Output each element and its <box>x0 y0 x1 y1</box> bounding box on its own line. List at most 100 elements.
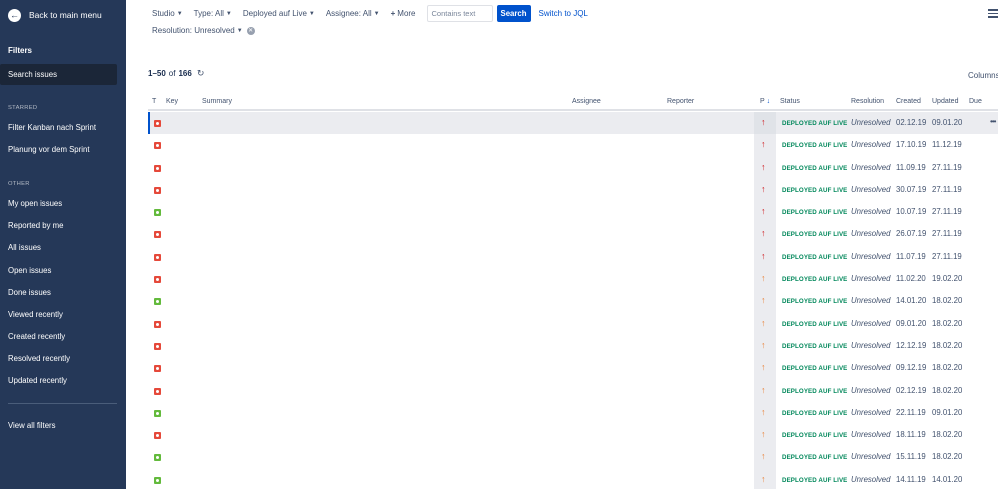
col-created[interactable]: Created <box>896 98 921 105</box>
clear-filter-icon[interactable]: ✕ <box>246 26 255 35</box>
bug-type-icon <box>154 432 161 440</box>
sidebar-item-other[interactable]: Created recently <box>0 326 117 347</box>
table-row[interactable]: ↑ DEPLOYED AUF LIVE Unresolved 17.10.19 … <box>148 134 998 157</box>
status-lozenge[interactable]: DEPLOYED AUF LIVE <box>782 120 847 127</box>
assignee-filter[interactable]: Assignee: All ▼ <box>326 9 380 18</box>
created-date: 11.07.19 <box>896 251 926 261</box>
bug-type-icon <box>154 142 161 150</box>
table-row[interactable]: ↑ DEPLOYED AUF LIVE Unresolved 26.07.19 … <box>148 223 998 246</box>
updated-date: 18.02.20 <box>932 430 963 440</box>
project-filter[interactable]: Studio ▼ <box>152 9 183 18</box>
resolution-filter[interactable]: Resolution: Unresolved ▼ ✕ <box>152 26 255 35</box>
switch-to-jql-link[interactable]: Switch to JQL <box>539 9 588 18</box>
table-row[interactable]: ↑ DEPLOYED AUF LIVE Unresolved 12.12.19 … <box>148 334 998 358</box>
status-lozenge[interactable]: DEPLOYED AUF LIVE <box>782 254 847 261</box>
created-date: 09.01.20 <box>896 318 927 328</box>
resolution-cell: Unresolved <box>851 251 891 261</box>
table-row[interactable]: ↑ DEPLOYED AUF LIVE Unresolved 09.12.19 … <box>148 357 998 380</box>
table-row[interactable]: ↑ DEPLOYED AUF LIVE Unresolved 11.09.19 … <box>148 156 998 179</box>
type-filter-label: Type: All <box>193 9 224 18</box>
resolution-cell: Unresolved <box>851 296 891 306</box>
sidebar-item-other[interactable]: Viewed recently <box>0 304 117 325</box>
search-placeholder: Contains text <box>431 9 476 18</box>
table-row[interactable]: ↑ DEPLOYED AUF LIVE Unresolved 02.12.19 … <box>148 379 998 402</box>
created-date: 26.07.19 <box>896 229 927 239</box>
status-lozenge[interactable]: DEPLOYED AUF LIVE <box>782 298 847 305</box>
table-row[interactable]: ↑ DEPLOYED AUF LIVE Unresolved 30.07.19 … <box>148 178 998 202</box>
view-all-filters-link[interactable]: View all filters <box>0 415 117 436</box>
search-input[interactable]: Contains text <box>426 5 493 22</box>
col-status[interactable]: Status <box>780 98 800 105</box>
status-lozenge[interactable]: DEPLOYED AUF LIVE <box>782 321 847 328</box>
sidebar-item-starred[interactable]: Filter Kanban nach Sprint <box>0 117 117 138</box>
table-row[interactable]: ↑ DEPLOYED AUF LIVE Unresolved 14.01.20 … <box>148 290 998 313</box>
columns-button[interactable]: Columns <box>968 71 998 80</box>
status-lozenge[interactable]: DEPLOYED AUF LIVE <box>782 432 847 439</box>
sidebar-item-other[interactable]: Done issues <box>0 282 117 303</box>
status-filter-label: Deployed auf Live <box>242 9 307 18</box>
type-filter[interactable]: Type: All ▼ <box>194 9 232 18</box>
status-lozenge[interactable]: DEPLOYED AUF LIVE <box>782 343 847 350</box>
col-updated[interactable]: Updated <box>932 98 958 105</box>
table-row[interactable]: ↑ DEPLOYED AUF LIVE Unresolved 18.11.19 … <box>148 424 998 447</box>
col-priority[interactable]: P ↓ <box>760 98 770 105</box>
results-total: 166 <box>178 69 192 78</box>
resolution-cell: Unresolved <box>851 274 891 284</box>
priority-med-arrow-icon: ↑ <box>761 339 766 350</box>
resolution-cell: Unresolved <box>851 162 891 172</box>
refresh-icon[interactable]: ↻ <box>197 68 205 79</box>
sidebar-item-search-issues[interactable]: Search issues <box>0 64 117 85</box>
table-row[interactable]: ↑ DEPLOYED AUF LIVE Unresolved 11.02.20 … <box>148 268 998 291</box>
status-lozenge[interactable]: DEPLOYED AUF LIVE <box>782 276 847 283</box>
sidebar-item-starred[interactable]: Planung vor dem Sprint <box>0 139 117 160</box>
status-lozenge[interactable]: DEPLOYED AUF LIVE <box>782 454 847 461</box>
status-lozenge[interactable]: DEPLOYED AUF LIVE <box>782 365 847 372</box>
priority-med-arrow-icon: ↑ <box>761 384 766 395</box>
updated-date: 19.02.20 <box>932 274 963 284</box>
col-summary[interactable]: Summary <box>202 98 232 105</box>
sidebar-item-other[interactable]: My open issues <box>0 193 117 214</box>
col-reporter[interactable]: Reporter <box>667 98 694 105</box>
updated-date: 27.11.19 <box>932 207 962 217</box>
more-actions-icon[interactable]: ••• <box>990 117 996 126</box>
sidebar-item-other[interactable]: Reported by me <box>0 215 117 236</box>
status-lozenge[interactable]: DEPLOYED AUF LIVE <box>782 231 847 238</box>
table-row[interactable]: ↑ DEPLOYED AUF LIVE Unresolved 15.11.19 … <box>148 446 998 469</box>
created-date: 14.01.20 <box>896 296 927 306</box>
table-row[interactable]: ↑ DEPLOYED AUF LIVE Unresolved 02.12.19 … <box>148 112 998 135</box>
sidebar-divider <box>8 403 117 404</box>
resolution-cell: Unresolved <box>851 363 891 373</box>
col-assignee[interactable]: Assignee <box>572 98 601 105</box>
sidebar-item-other[interactable]: Open issues <box>0 260 117 281</box>
table-row[interactable]: ↑ DEPLOYED AUF LIVE Unresolved 09.01.20 … <box>148 312 998 335</box>
sidebar-item-other[interactable]: Resolved recently <box>0 348 117 369</box>
col-key[interactable]: Key <box>166 98 178 105</box>
table-row[interactable]: ↑ DEPLOYED AUF LIVE Unresolved 22.11.19 … <box>148 401 998 425</box>
status-lozenge[interactable]: DEPLOYED AUF LIVE <box>782 165 847 172</box>
status-lozenge[interactable]: DEPLOYED AUF LIVE <box>782 209 847 216</box>
status-filter[interactable]: Deployed auf Live ▼ <box>243 9 315 18</box>
status-lozenge[interactable]: DEPLOYED AUF LIVE <box>782 187 847 194</box>
updated-date: 14.01.20 <box>932 474 963 484</box>
col-type[interactable]: T <box>152 98 156 105</box>
col-due[interactable]: Due <box>969 98 982 105</box>
status-lozenge[interactable]: DEPLOYED AUF LIVE <box>782 142 847 149</box>
app-root: ← Back to main menu Filters Search issue… <box>0 0 998 489</box>
col-resolution[interactable]: Resolution <box>851 98 884 105</box>
resolution-cell: Unresolved <box>851 430 891 440</box>
hamburger-menu-icon[interactable] <box>988 9 998 18</box>
resolution-cell: Unresolved <box>851 318 891 328</box>
table-row[interactable]: ↑ DEPLOYED AUF LIVE Unresolved 14.11.19 … <box>148 468 998 489</box>
created-date: 09.12.19 <box>896 363 927 373</box>
search-button[interactable]: Search <box>496 5 531 22</box>
back-to-main-menu-button[interactable]: ← Back to main menu <box>8 8 102 22</box>
table-row[interactable]: ↑ DEPLOYED AUF LIVE Unresolved 11.07.19 … <box>148 245 998 269</box>
more-label: More <box>397 9 416 18</box>
status-lozenge[interactable]: DEPLOYED AUF LIVE <box>782 410 847 417</box>
sidebar-item-other[interactable]: Updated recently <box>0 370 117 391</box>
status-lozenge[interactable]: DEPLOYED AUF LIVE <box>782 388 847 395</box>
table-row[interactable]: ↑ DEPLOYED AUF LIVE Unresolved 10.07.19 … <box>148 201 998 224</box>
sidebar-item-other[interactable]: All issues <box>0 237 117 258</box>
status-lozenge[interactable]: DEPLOYED AUF LIVE <box>782 477 847 484</box>
more-filters-button[interactable]: + More <box>391 9 416 18</box>
